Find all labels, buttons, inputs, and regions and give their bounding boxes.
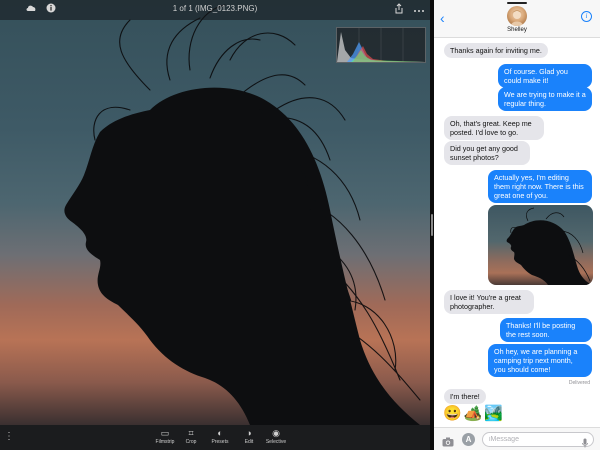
editor-toolbar: ⋮ ▭ Filmstrip ⌗ Crop ◐ Presets ◑ Edit ◉ … bbox=[0, 425, 430, 450]
emoji-message[interactable]: 😀 🏕️ 🏞️ bbox=[443, 405, 503, 423]
selective-icon: ◉ bbox=[272, 428, 280, 438]
microphone-icon[interactable] bbox=[582, 435, 588, 448]
message-bubble-incoming[interactable]: I love it! You're a great photographer. bbox=[444, 290, 534, 314]
home-indicator bbox=[507, 2, 527, 4]
photo-title: 1 of 1 (IMG_0123.PNG) bbox=[172, 4, 258, 13]
conversation-header: ‹ Shelley i bbox=[434, 0, 600, 38]
share-icon[interactable] bbox=[392, 3, 406, 17]
split-view-handle[interactable] bbox=[431, 214, 433, 236]
back-chevron-icon[interactable]: ‹ bbox=[440, 11, 445, 25]
message-bubble-outgoing[interactable]: Actually yes, I'm editing them right now… bbox=[488, 170, 592, 203]
compose-bar: A bbox=[434, 427, 600, 450]
message-input[interactable] bbox=[482, 432, 594, 447]
message-bubble-incoming[interactable]: Thanks again for inviting me. bbox=[444, 43, 548, 58]
tool-selective[interactable]: ◉ Selective bbox=[259, 428, 293, 446]
national-park-emoji: 🏞️ bbox=[484, 405, 504, 422]
app-store-icon[interactable]: A bbox=[462, 433, 475, 446]
photo-attachment[interactable] bbox=[488, 205, 593, 285]
histogram bbox=[336, 27, 426, 63]
messages-panel: ‹ Shelley i Thanks again for inviting me… bbox=[434, 0, 600, 450]
vertical-more-icon[interactable]: ⋮ bbox=[4, 430, 14, 444]
more-icon[interactable] bbox=[412, 3, 426, 17]
message-bubble-outgoing[interactable]: Oh hey, we are planning a camping trip n… bbox=[488, 344, 592, 377]
camping-emoji: 🏕️ bbox=[463, 405, 483, 422]
message-bubble-incoming[interactable]: Did you get any good sunset photos? bbox=[444, 141, 530, 165]
message-bubble-incoming[interactable]: Oh, that's great. Keep me posted. I'd lo… bbox=[444, 116, 544, 140]
message-bubble-incoming[interactable]: I'm there! bbox=[444, 389, 486, 404]
info-icon[interactable]: i bbox=[581, 11, 592, 22]
message-bubble-outgoing[interactable]: We are trying to make it a regular thing… bbox=[498, 87, 592, 111]
message-bubble-outgoing[interactable]: Thanks! I'll be posting the rest soon. bbox=[500, 318, 592, 342]
editor-top-bar: 1 of 1 (IMG_0123.PNG) bbox=[0, 0, 430, 20]
grinning-face-emoji: 😀 bbox=[443, 405, 462, 422]
contact-name: Shelley bbox=[507, 27, 527, 33]
camera-icon[interactable] bbox=[442, 434, 454, 447]
photo-editor: 1 of 1 (IMG_0123.PNG) ⋮ ▭ Filmstrip ⌗ Cr… bbox=[0, 0, 430, 450]
avatar[interactable] bbox=[507, 6, 527, 26]
delivery-status: Delivered bbox=[568, 380, 590, 386]
message-bubble-outgoing[interactable]: Of course. Glad you could make it! bbox=[498, 64, 592, 88]
